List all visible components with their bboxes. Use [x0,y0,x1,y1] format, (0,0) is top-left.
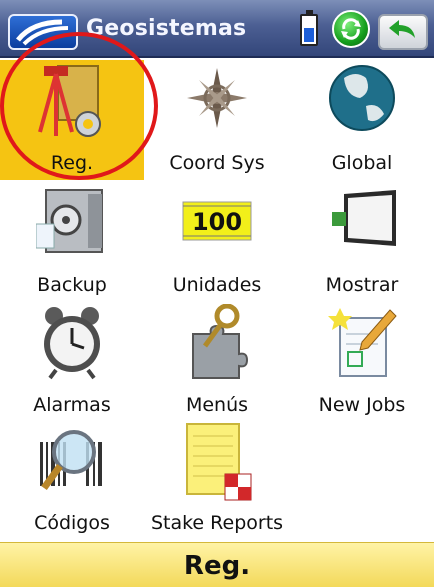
grid-item-stake-reports[interactable]: Stake Reports [145,420,289,540]
grid-item-label: Mostrar [325,274,399,296]
new-document-pencil-icon [328,308,397,377]
globe-icon [329,65,395,131]
barcode-magnifier-icon [40,430,102,491]
grid-item-label: Reg. [50,152,94,174]
back-arrow-icon [389,20,415,38]
grid-item-label: Backup [37,274,107,296]
safe-vault-icon [36,189,103,253]
grid-item-mostrar[interactable]: Mostrar [290,182,434,302]
title-bar: Geosistemas [0,0,434,58]
grid-item-label: Unidades [172,274,262,296]
grid-item-label: Menús [185,394,249,416]
grid-item-label: Alarmas [33,394,111,416]
start-menu-logo-button[interactable] [8,14,78,50]
grid-item-label: Coord Sys [169,152,265,174]
grid-item-label: Stake Reports [150,512,284,534]
status-text: Reg. [183,551,251,581]
grid-item-codigos[interactable]: Códigos [0,420,144,540]
alarm-clock-icon [44,307,100,380]
back-button[interactable] [378,14,428,50]
grid-item-label: Global [331,152,393,174]
ruler-value: 100 [192,208,242,236]
grid-item-label: Códigos [34,512,110,534]
app-title: Geosistemas [86,16,247,41]
grid-item-label: New Jobs [318,394,406,416]
grid-item-coord-sys[interactable]: Coord Sys [145,60,289,180]
survey-tripod-gear-icon [38,65,101,137]
grid-item-reg[interactable]: Reg. [0,60,144,180]
grid-item-new-jobs[interactable]: New Jobs [290,302,434,422]
ruler-100-icon: 100 [182,201,252,241]
notepad-report-icon [186,423,252,501]
status-bar: Reg. [0,542,434,587]
compass-rose-icon [187,68,247,128]
grid-item-menus[interactable]: Menús [145,302,289,422]
grid-item-global[interactable]: Global [290,60,434,180]
puzzle-key-icon [192,304,249,379]
logo-icon [16,19,69,46]
battery-icon[interactable] [300,10,318,46]
grid-item-alarmas[interactable]: Alarmas [0,302,144,422]
grid-item-backup[interactable]: Backup [0,182,144,302]
display-monitor-icon [332,190,396,246]
sync-icon[interactable] [332,10,370,48]
grid-item-unidades[interactable]: 100 Unidades [145,182,289,302]
